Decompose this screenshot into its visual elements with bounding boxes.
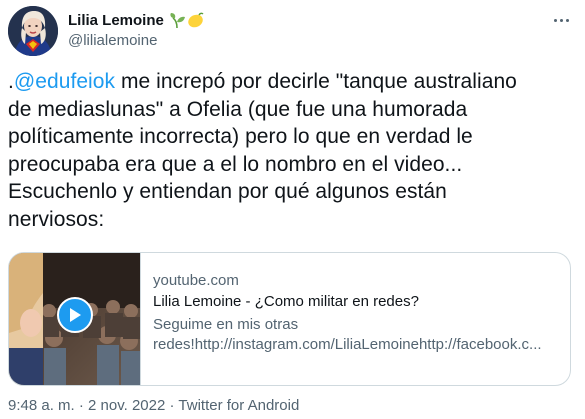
- mention-link[interactable]: @edufeiok: [14, 70, 115, 93]
- author-names: Lilia Lemoine @lilialemoine: [68, 10, 204, 49]
- more-options-button[interactable]: [548, 10, 574, 30]
- display-name[interactable]: Lilia Lemoine: [68, 12, 164, 29]
- tweet-date[interactable]: 2 nov. 2022: [88, 397, 165, 414]
- tweet-text: .@edufeiok me increpó por decirle "tanqu…: [8, 68, 568, 233]
- dot: [565, 18, 569, 22]
- tweet-source[interactable]: Twitter for Android: [178, 397, 299, 414]
- tweet-time[interactable]: 9:48 a. m.: [8, 397, 75, 414]
- name-emojis: [169, 12, 204, 29]
- card-thumbnail[interactable]: [9, 253, 141, 385]
- separator: ·: [78, 397, 84, 414]
- card-body: youtube.com Lilia Lemoine - ¿Como milita…: [153, 271, 558, 355]
- tweet-text-line: de mediaslunas" a Ofelia (que fue una hu…: [8, 97, 468, 121]
- timestamp-row: 9:48 a. m. · 2 nov. 2022 · Twitter for A…: [8, 397, 299, 414]
- play-triangle-icon: [70, 308, 81, 322]
- card-description-line: redes!http://instagram.com/LiliaLemoineh…: [153, 336, 542, 353]
- tweet: Lilia Lemoine @lilialemoine .@edufeiok m…: [0, 0, 585, 419]
- link-preview-card[interactable]: youtube.com Lilia Lemoine - ¿Como milita…: [8, 252, 571, 386]
- tweet-header: Lilia Lemoine @lilialemoine: [8, 6, 578, 56]
- avatar[interactable]: [8, 6, 58, 56]
- lemon-emoji-icon: [188, 12, 204, 27]
- dot: [559, 18, 563, 22]
- seedling-emoji-icon: [170, 12, 185, 28]
- dot: [553, 18, 557, 22]
- tweet-text-line: nerviosos:: [8, 207, 105, 231]
- display-name-row: Lilia Lemoine: [68, 10, 204, 30]
- separator: ·: [169, 397, 175, 414]
- card-description-line: Seguime en mis otras: [153, 316, 299, 333]
- tweet-text-line: políticamente incorrecta) pero lo que en…: [8, 125, 473, 148]
- tweet-text-line: me increpó por decirle "tanque australia…: [115, 70, 517, 93]
- tweet-text-line: Escuchenlo y entiendan por qué algunos e…: [8, 180, 447, 203]
- handle[interactable]: @lilialemoine: [68, 32, 204, 49]
- card-domain: youtube.com: [153, 272, 239, 289]
- card-title: Lilia Lemoine - ¿Como militar en redes?: [153, 293, 419, 310]
- play-icon[interactable]: [57, 297, 93, 333]
- card-description: Seguime en mis otras redes!http://instag…: [153, 315, 563, 355]
- avatar-image: [8, 6, 58, 56]
- tweet-text-line: preocupaba era que a el lo nombro en el …: [8, 152, 463, 176]
